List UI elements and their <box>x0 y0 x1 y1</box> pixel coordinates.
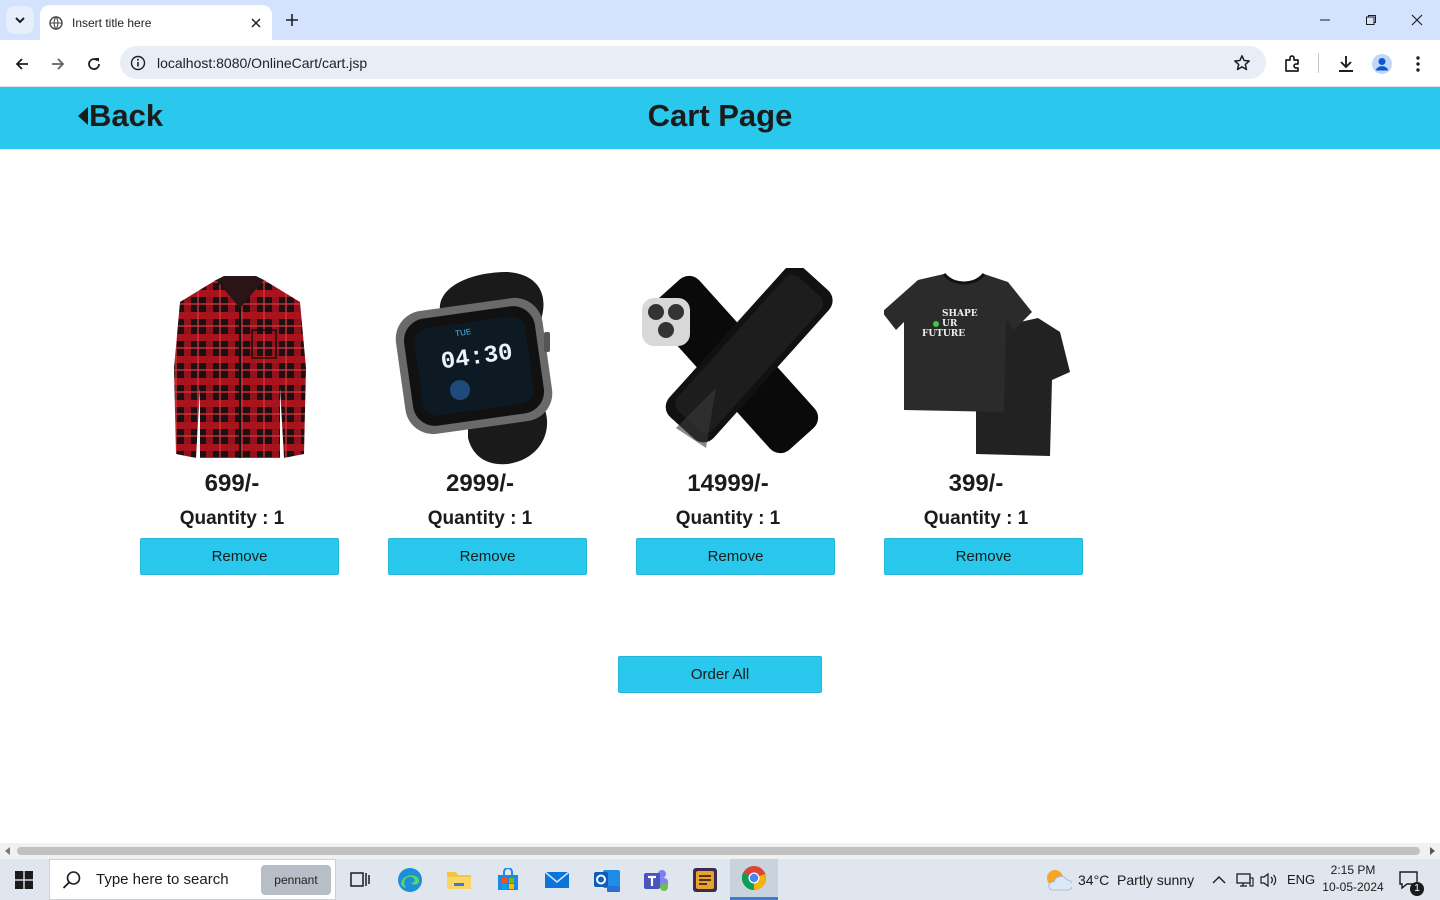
clock-time: 2:15 PM <box>1330 863 1376 877</box>
edge-browser-icon[interactable] <box>386 859 434 900</box>
globe-icon <box>49 15 63 30</box>
scroll-left-arrow-icon[interactable] <box>0 843 16 859</box>
remove-button[interactable]: Remove <box>636 538 835 575</box>
remove-button[interactable]: Remove <box>388 538 587 575</box>
tab-search-button[interactable] <box>6 6 34 34</box>
outlook-icon[interactable] <box>583 859 631 900</box>
system-clock[interactable]: 2:15 PM 10-05-2024 <box>1318 862 1388 896</box>
new-tab-icon[interactable] <box>282 10 302 30</box>
search-placeholder: Type here to search <box>96 871 229 888</box>
extensions-icon[interactable] <box>1282 53 1304 75</box>
weather-text: 34°C Partly sunny <box>1078 871 1195 888</box>
cart-item: SHAPE UR FUTURE 399/- Quantity : 1 Remov… <box>884 268 1084 578</box>
site-info-icon[interactable] <box>130 55 146 71</box>
item-price: 2999/- <box>445 470 515 497</box>
game-app-icon[interactable] <box>681 859 729 900</box>
phone-case-icon <box>636 268 836 466</box>
bookmark-star-icon[interactable] <box>1233 54 1251 72</box>
item-quantity: Quantity : 1 <box>675 508 781 529</box>
url-text[interactable]: localhost:8080/OnlineCart/cart.jsp <box>157 55 1233 71</box>
clock-date: 10-05-2024 <box>1322 880 1384 894</box>
windows-start-icon[interactable] <box>0 859 48 900</box>
item-price: 699/- <box>204 470 260 497</box>
scrollbar-thumb[interactable] <box>17 847 1420 855</box>
volume-icon[interactable] <box>1260 859 1278 900</box>
task-view-icon[interactable] <box>336 859 384 900</box>
notification-count: 1 <box>1410 882 1424 896</box>
tshirt-icon: SHAPE UR FUTURE <box>884 268 1084 466</box>
weather-widget[interactable]: 34°C Partly sunny <box>1044 859 1194 900</box>
print-line-3: FUTURE <box>922 329 965 339</box>
print-line-2: UR <box>942 319 958 329</box>
search-highlight-badge[interactable]: pennant <box>261 864 331 895</box>
toolbar-divider <box>1318 53 1319 73</box>
show-hidden-icons-chevron-up-icon[interactable] <box>1212 859 1226 900</box>
browser-toolbar: localhost:8080/OnlineCart/cart.jsp <box>0 40 1440 87</box>
page-title: Cart Page <box>647 98 793 133</box>
download-icon[interactable] <box>1335 53 1357 75</box>
page-header: Back Cart Page <box>0 87 1440 149</box>
reload-icon[interactable] <box>80 50 108 78</box>
item-price: 14999/- <box>687 470 769 497</box>
notification-center-icon[interactable]: 1 <box>1398 859 1424 900</box>
close-tab-icon[interactable] <box>248 15 264 31</box>
item-quantity: Quantity : 1 <box>179 508 285 529</box>
print-line-1: SHAPE <box>942 309 978 319</box>
more-menu-icon[interactable] <box>1407 53 1429 75</box>
search-icon <box>62 870 81 889</box>
restore-icon[interactable] <box>1348 0 1394 40</box>
forward-arrow-icon[interactable] <box>44 50 72 78</box>
item-quantity: Quantity : 1 <box>923 508 1029 529</box>
cart-item: 699/- Quantity : 1 Remove <box>140 268 340 578</box>
order-all-button[interactable]: Order All <box>618 656 822 693</box>
cart-item: 04:30 TUE 2999/- Quantity : 1 Remove <box>388 268 588 578</box>
close-window-icon[interactable] <box>1394 0 1440 40</box>
profile-avatar-icon[interactable] <box>1371 53 1393 75</box>
input-language[interactable]: ENG <box>1287 859 1315 900</box>
taskbar: Type here to search pennant 34°C Partly … <box>0 859 1440 900</box>
horizontal-scrollbar[interactable] <box>0 843 1440 859</box>
address-bar[interactable]: localhost:8080/OnlineCart/cart.jsp <box>120 46 1266 79</box>
chrome-icon[interactable] <box>730 859 778 900</box>
item-price: 399/- <box>948 470 1004 497</box>
file-explorer-icon[interactable] <box>435 859 483 900</box>
cart-item: 14999/- Quantity : 1 Remove <box>636 268 836 578</box>
minimize-icon[interactable] <box>1302 0 1348 40</box>
smartwatch-icon: 04:30 TUE <box>388 268 588 466</box>
partly-sunny-icon <box>1047 869 1072 890</box>
browser-tab[interactable]: Insert title here <box>40 5 272 40</box>
mail-icon[interactable] <box>533 859 581 900</box>
item-quantity: Quantity : 1 <box>427 508 533 529</box>
tab-title: Insert title here <box>72 15 152 30</box>
chevron-down-icon <box>15 17 25 24</box>
browser-tabstrip: Insert title here <box>0 0 1440 40</box>
remove-button[interactable]: Remove <box>884 538 1083 575</box>
microsoft-store-icon[interactable] <box>484 859 532 900</box>
scroll-right-arrow-icon[interactable] <box>1424 843 1440 859</box>
shirt-icon <box>140 268 340 466</box>
taskbar-search[interactable]: Type here to search pennant <box>49 859 336 900</box>
back-arrow-icon[interactable] <box>8 50 36 78</box>
remove-button[interactable]: Remove <box>140 538 339 575</box>
network-icon[interactable] <box>1236 859 1254 900</box>
teams-icon[interactable] <box>632 859 680 900</box>
